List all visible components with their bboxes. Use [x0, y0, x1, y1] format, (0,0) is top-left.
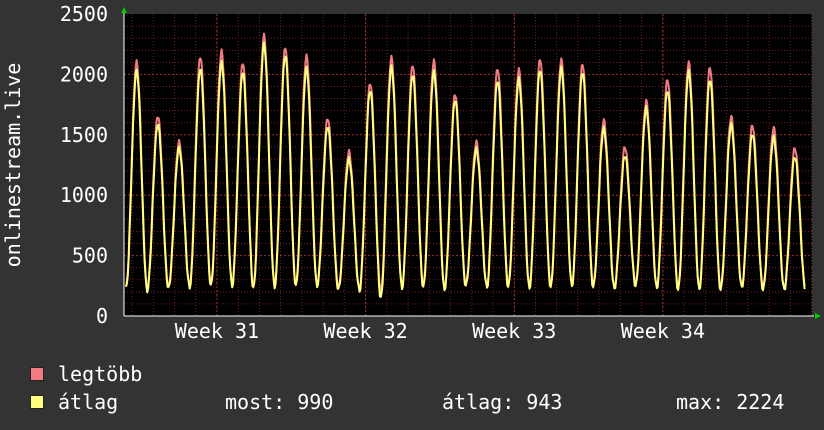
x-tick-label: Week 34: [621, 319, 705, 343]
y-tick-label: 1000: [60, 183, 108, 207]
y-axis-tick-labels: 0 500 1000 1500 2000 2500: [60, 2, 108, 328]
stat-now: most: 990: [225, 390, 334, 414]
legend-label-max: legtöbb: [58, 362, 143, 386]
x-axis-arrow: [815, 313, 821, 319]
y-tick-label: 2000: [60, 62, 108, 86]
legend-swatch-avg: [30, 395, 44, 409]
legend-item-max: legtöbb: [30, 362, 142, 386]
y-tick-label: 2500: [60, 2, 108, 26]
y-tick-label: 0: [96, 304, 108, 328]
x-axis-tick-labels: Week 31 Week 32 Week 33 Week 34: [175, 319, 705, 343]
legend-item-avg: átlag: [30, 390, 118, 414]
y-axis-arrow: [121, 7, 127, 13]
x-tick-label: Week 31: [175, 319, 259, 343]
y-tick-label: 1500: [60, 123, 108, 147]
x-tick-label: Week 32: [323, 319, 407, 343]
x-tick-label: Week 33: [472, 319, 556, 343]
legend-swatch-max: [30, 367, 44, 381]
y-tick-label: 500: [72, 244, 108, 268]
legend-label-avg: átlag: [58, 390, 119, 414]
stat-max: max: 2224: [676, 390, 785, 414]
y-axis-label: onlinestream.live: [1, 63, 25, 268]
stat-average: átlag: 943: [442, 390, 563, 414]
